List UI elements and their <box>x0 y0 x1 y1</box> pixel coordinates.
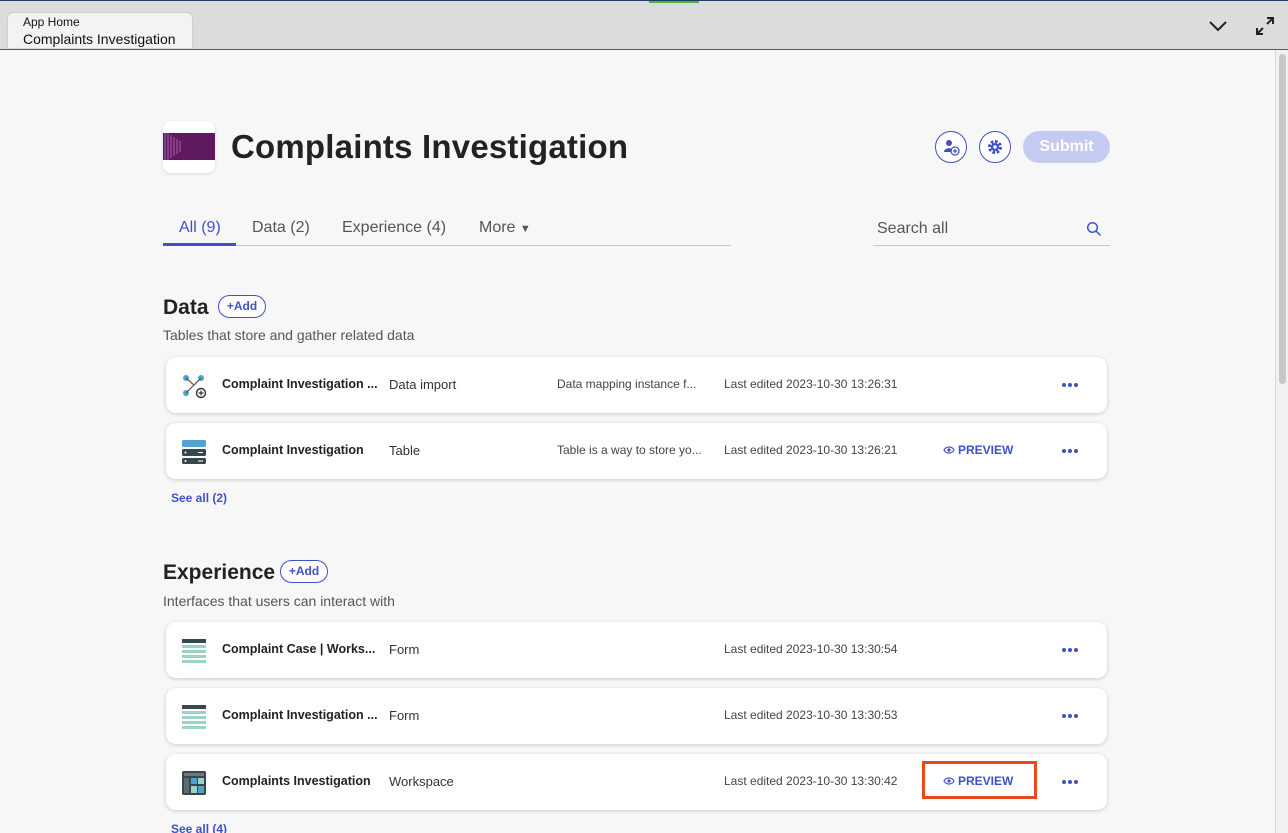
add-experience-button[interactable]: +Add <box>280 560 328 583</box>
caret-down-icon: ▼ <box>519 223 531 235</box>
page-title: Complaints Investigation <box>231 128 629 165</box>
active-tab-underline <box>163 243 236 246</box>
chevron-down-icon[interactable] <box>1206 14 1230 38</box>
table-icon <box>182 440 206 464</box>
item-last-edited: Last edited 2023-10-30 13:30:54 <box>724 642 898 656</box>
tab-data[interactable]: Data (2) <box>252 219 310 237</box>
scrollbar-thumb[interactable] <box>1279 54 1286 384</box>
tab-title: Complaints Investigation <box>23 31 176 47</box>
data-section-title: Data <box>163 296 209 319</box>
preview-label: PREVIEW <box>958 443 1014 457</box>
tab-subtitle: App Home <box>23 15 80 29</box>
expand-icon[interactable] <box>1253 14 1277 38</box>
item-name: Complaints Investigation <box>222 774 371 788</box>
window-tab-bar: App Home Complaints Investigation <box>0 0 1288 50</box>
experience-section-title: Experience <box>163 561 276 584</box>
more-options-icon[interactable] <box>1061 713 1079 719</box>
tab-all[interactable]: All (9) <box>179 219 221 237</box>
add-user-icon <box>944 140 960 156</box>
tab-more[interactable]: More ▼ <box>479 219 531 237</box>
item-description: Table is a way to store yo... <box>557 443 702 457</box>
item-type: Form <box>389 642 420 657</box>
item-last-edited: Last edited 2023-10-30 13:30:42 <box>724 774 898 788</box>
list-item[interactable]: Complaint Case | Works... Form Last edit… <box>166 622 1107 678</box>
more-options-icon[interactable] <box>1061 779 1079 785</box>
scrollbar[interactable] <box>1275 50 1288 833</box>
list-item[interactable]: Complaint Investigation Table Table is a… <box>166 423 1107 479</box>
logo-band <box>163 133 215 160</box>
list-item[interactable]: Complaint Investigation ... Data import … <box>166 357 1107 413</box>
preview-button[interactable]: PREVIEW <box>943 443 1013 457</box>
app-tab[interactable]: App Home Complaints Investigation <box>7 12 193 48</box>
more-options-icon[interactable] <box>1061 647 1079 653</box>
search-icon[interactable] <box>1086 221 1102 237</box>
gear-icon <box>988 140 1002 154</box>
app-logo <box>163 121 215 173</box>
item-name: Complaint Investigation ... <box>222 708 377 722</box>
form-icon <box>182 705 206 729</box>
preview-highlight-box <box>922 761 1037 799</box>
item-type: Table <box>389 443 421 458</box>
item-last-edited: Last edited 2023-10-30 13:26:31 <box>724 377 898 391</box>
data-section-subtitle: Tables that store and gather related dat… <box>163 327 415 343</box>
item-type: Form <box>389 708 420 723</box>
more-options-icon[interactable] <box>1061 448 1079 454</box>
data-import-icon <box>183 375 207 399</box>
item-type: Data import <box>389 377 457 392</box>
item-last-edited: Last edited 2023-10-30 13:30:53 <box>724 708 898 722</box>
eye-icon <box>943 446 955 454</box>
tab-more-label: More <box>479 219 516 236</box>
item-name: Complaint Case | Works... <box>222 642 376 656</box>
see-all-experience-link[interactable]: See all (4) <box>171 822 227 833</box>
item-description: Data mapping instance f... <box>557 377 697 391</box>
tab-experience[interactable]: Experience (4) <box>342 219 446 237</box>
settings-button[interactable] <box>979 131 1011 163</box>
list-item[interactable]: Complaint Investigation ... Form Last ed… <box>166 688 1107 744</box>
submit-button[interactable]: Submit <box>1023 131 1110 163</box>
workspace-icon <box>182 771 206 795</box>
item-name: Complaint Investigation <box>222 443 364 457</box>
more-options-icon[interactable] <box>1061 382 1079 388</box>
add-data-button[interactable]: +Add <box>218 295 266 318</box>
add-user-button[interactable] <box>935 131 967 163</box>
search-input[interactable] <box>877 219 1077 239</box>
form-icon <box>182 639 206 663</box>
item-last-edited: Last edited 2023-10-30 13:26:21 <box>724 443 898 457</box>
item-type: Workspace <box>389 774 454 789</box>
experience-section-subtitle: Interfaces that users can interact with <box>163 593 395 609</box>
filter-tabs: All (9) Data (2) Experience (4) More ▼ <box>163 213 731 246</box>
active-indicator <box>649 1 699 3</box>
item-name: Complaint Investigation ... <box>222 377 377 391</box>
search-box <box>873 213 1110 246</box>
see-all-data-link[interactable]: See all (2) <box>171 491 227 505</box>
